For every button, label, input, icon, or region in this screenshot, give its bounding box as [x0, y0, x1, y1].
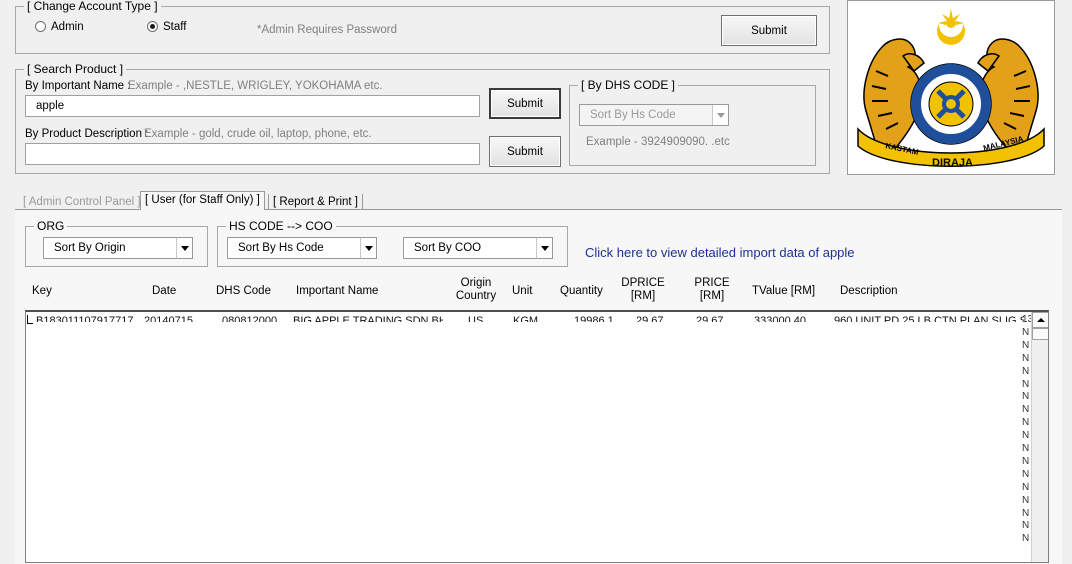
- product-description-label: By Product Description :: [25, 128, 149, 140]
- dhs-sort-combo-value: Sort By Hs Code: [590, 109, 676, 121]
- chevron-down-icon[interactable]: [176, 238, 192, 258]
- origin-sort-combo[interactable]: Sort By Origin: [43, 237, 193, 259]
- account-type-group: [ Change Account Type ]: [15, 0, 830, 54]
- col-header-quantity: Quantity: [560, 285, 603, 297]
- tab-admin-control-panel[interactable]: [ Admin Control Panel ]: [19, 194, 145, 210]
- cell-important-name: BIG APPLE TRADING SDN BHD: [293, 315, 443, 322]
- dhs-code-legend: [ By DHS CODE ]: [578, 78, 679, 92]
- coo-sort-combo-value: Sort By COO: [414, 242, 482, 254]
- cell-dhs-code: 080812000: [222, 315, 278, 322]
- admin-radio-label[interactable]: Admin: [51, 20, 84, 34]
- scroll-thumb[interactable]: [1032, 328, 1048, 340]
- chevron-down-icon[interactable]: [712, 105, 728, 125]
- cell-dprice: 29.67: [636, 315, 664, 322]
- view-detailed-import-link[interactable]: Click here to view detailed import data …: [585, 245, 855, 260]
- col-header-dhs-code: DHS Code: [216, 285, 271, 297]
- product-description-input[interactable]: [25, 143, 480, 165]
- description-overflow-char: N: [1022, 417, 1030, 429]
- description-overflow-char: N: [1022, 404, 1030, 416]
- import-data-table[interactable]: B183011107917717 20140715 080812000 BIG …: [25, 310, 1049, 563]
- description-overflow-char: N: [1022, 481, 1030, 493]
- cell-description: 960 UNIT PD 25 LB CTN PLAN SLIG SM G: [834, 315, 1024, 322]
- product-description-submit-button[interactable]: Submit: [489, 136, 561, 167]
- description-overflow-char: N: [1022, 455, 1030, 467]
- row-selector-marker: [27, 315, 33, 324]
- description-overflow-char: N: [1022, 352, 1030, 364]
- col-header-origin-country: Origin Country: [455, 277, 497, 302]
- account-submit-button[interactable]: Submit: [721, 15, 817, 46]
- important-name-hint: Example - ,NESTLE, WRIGLEY, YOKOHAMA etc…: [128, 80, 383, 92]
- description-overflow-char: N: [1022, 494, 1030, 506]
- hs-code-sort-combo-value: Sort By Hs Code: [238, 242, 324, 254]
- cell-quantity: 19986.1: [574, 315, 614, 322]
- admin-radio[interactable]: [35, 21, 46, 32]
- description-overflow-char: N: [1022, 520, 1030, 532]
- description-overflow-char: N: [1022, 443, 1030, 454]
- coo-sort-combo[interactable]: Sort By COO: [403, 237, 553, 259]
- kastam-crest-icon: KASTAM MALAYSIA DIRAJA: [857, 9, 1045, 169]
- description-overflow-char: N: [1022, 430, 1030, 442]
- col-header-tvalue: TValue [RM]: [752, 285, 816, 297]
- description-overflow-char: N: [1022, 339, 1030, 351]
- search-product-legend: [ Search Product ]: [24, 62, 127, 76]
- col-header-price: PRICE [RM]: [694, 277, 730, 302]
- cell-price: 29.67: [696, 315, 724, 322]
- col-header-date: Date: [152, 285, 177, 297]
- important-name-submit-button[interactable]: Submit: [489, 88, 561, 119]
- important-name-label: By Important Name :: [25, 80, 131, 92]
- logo-text-bottom: DIRAJA: [932, 157, 973, 169]
- kastam-logo: KASTAM MALAYSIA DIRAJA: [847, 0, 1055, 175]
- account-type-legend: [ Change Account Type ]: [24, 0, 161, 13]
- cell-unit: KGM: [513, 315, 539, 322]
- product-description-hint: Example - gold, crude oil, laptop, phone…: [144, 128, 372, 140]
- staff-radio-label[interactable]: Staff: [163, 20, 186, 34]
- description-overflow-char: N: [1022, 507, 1030, 519]
- col-header-description: Description: [840, 285, 898, 297]
- chevron-down-icon[interactable]: [536, 238, 552, 258]
- col-header-dprice: DPRICE [RM]: [621, 277, 665, 302]
- description-overflow-char: N: [1022, 533, 1030, 545]
- tab-user-staff-only[interactable]: [ User (for Staff Only) ]: [140, 191, 265, 210]
- col-header-unit: Unit: [512, 285, 533, 297]
- scroll-up-arrow-icon[interactable]: [1032, 312, 1048, 328]
- admin-password-note: *Admin Requires Password: [257, 24, 397, 36]
- description-overflow-char: N: [1022, 365, 1030, 377]
- origin-sort-combo-value: Sort By Origin: [54, 242, 126, 254]
- chevron-down-icon[interactable]: [360, 238, 376, 258]
- description-overflow-char: N: [1022, 378, 1030, 390]
- description-overflow-char: N: [1022, 326, 1030, 338]
- col-header-important-name: Important Name: [296, 285, 379, 297]
- col-header-key: Key: [32, 285, 52, 297]
- hs-coo-legend: HS CODE --> COO: [226, 219, 336, 233]
- staff-radio[interactable]: [147, 21, 158, 32]
- cell-origin-country: US: [468, 315, 484, 322]
- tab-report-print[interactable]: [ Report & Print ]: [268, 194, 364, 210]
- description-overflow-char: N: [1022, 391, 1030, 403]
- cell-tvalue: 333000.40: [754, 315, 806, 322]
- cell-key: B183011107917717: [36, 315, 134, 322]
- org-legend: ORG: [34, 219, 68, 233]
- dhs-sort-combo[interactable]: Sort By Hs Code: [579, 104, 729, 126]
- important-name-input[interactable]: [25, 95, 480, 117]
- dhs-example-text: Example - 3924909090. .etc: [586, 136, 730, 148]
- table-row[interactable]: B183011107917717 20140715 080812000 BIG …: [26, 312, 1026, 322]
- hs-code-sort-combo[interactable]: Sort By Hs Code: [227, 237, 377, 259]
- vertical-scrollbar[interactable]: [1031, 312, 1048, 562]
- cell-date: 20140715: [144, 315, 193, 322]
- description-overflow-char: N: [1022, 468, 1030, 480]
